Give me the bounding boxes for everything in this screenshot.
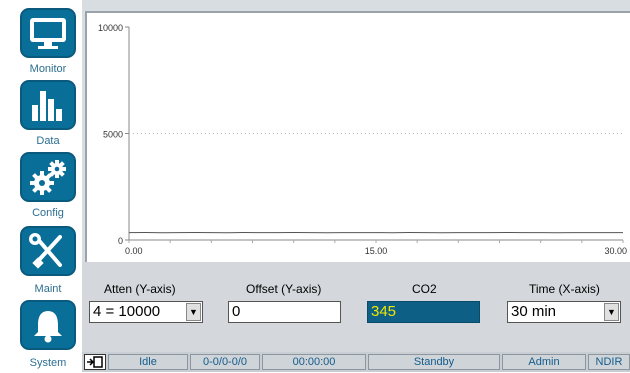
x-tick-label: 15.00 bbox=[365, 246, 388, 256]
chart-panel: 0 5000 10000 0.00 15.00 30.00 bbox=[85, 11, 630, 262]
monitor-icon bbox=[26, 13, 70, 53]
status-bar: Idle 0-0/0-0/0 00:00:00 Standby Admin ND… bbox=[82, 352, 630, 372]
offset-label: Offset (Y-axis) bbox=[246, 282, 321, 296]
nav-system-button[interactable] bbox=[20, 300, 76, 350]
status-range: 0-0/0-0/0 bbox=[190, 354, 260, 370]
atten-value: 4 = 10000 bbox=[93, 303, 160, 320]
status-state: Idle bbox=[108, 354, 188, 370]
offset-value: 0 bbox=[232, 303, 240, 320]
gears-icon bbox=[26, 157, 70, 197]
time-select[interactable]: 30 min ▼ bbox=[507, 301, 621, 323]
nav-data-button[interactable] bbox=[20, 80, 76, 130]
co2-readout: 345 bbox=[367, 301, 480, 323]
atten-select[interactable]: 4 = 10000 ▼ bbox=[89, 301, 203, 323]
nav-config-button[interactable] bbox=[20, 152, 76, 202]
chevron-down-icon[interactable]: ▼ bbox=[604, 303, 619, 321]
status-timer: 00:00:00 bbox=[262, 354, 366, 370]
offset-input[interactable]: 0 bbox=[228, 301, 341, 323]
exit-icon[interactable] bbox=[84, 354, 106, 370]
time-value: 30 min bbox=[511, 303, 556, 320]
y-tick-label: 5000 bbox=[103, 130, 123, 140]
x-tick-label: 0.00 bbox=[125, 246, 143, 256]
co2-value: 345 bbox=[371, 303, 396, 320]
time-label: Time (X-axis) bbox=[529, 282, 600, 296]
bell-icon bbox=[26, 305, 70, 345]
bar-chart-icon bbox=[26, 85, 70, 125]
co2-label: CO2 bbox=[412, 282, 437, 296]
sidebar: Monitor Data bbox=[0, 0, 82, 372]
co2-chart: 0 5000 10000 0.00 15.00 30.00 bbox=[87, 13, 628, 260]
chevron-down-icon[interactable]: ▼ bbox=[186, 303, 201, 321]
x-tick-label: 30.00 bbox=[604, 246, 627, 256]
controls-panel: Atten (Y-axis) 4 = 10000 ▼ Offset (Y-axi… bbox=[82, 262, 630, 352]
y-tick-label: 0 bbox=[118, 236, 123, 246]
status-mode: Standby bbox=[368, 354, 500, 370]
status-sensor: NDIR bbox=[588, 354, 630, 370]
tools-icon bbox=[26, 231, 70, 271]
y-tick-label: 10000 bbox=[98, 23, 123, 33]
nav-monitor-button[interactable] bbox=[20, 8, 76, 58]
nav-maint-button[interactable] bbox=[20, 226, 76, 276]
status-user: Admin bbox=[502, 354, 586, 370]
atten-label: Atten (Y-axis) bbox=[104, 282, 176, 296]
